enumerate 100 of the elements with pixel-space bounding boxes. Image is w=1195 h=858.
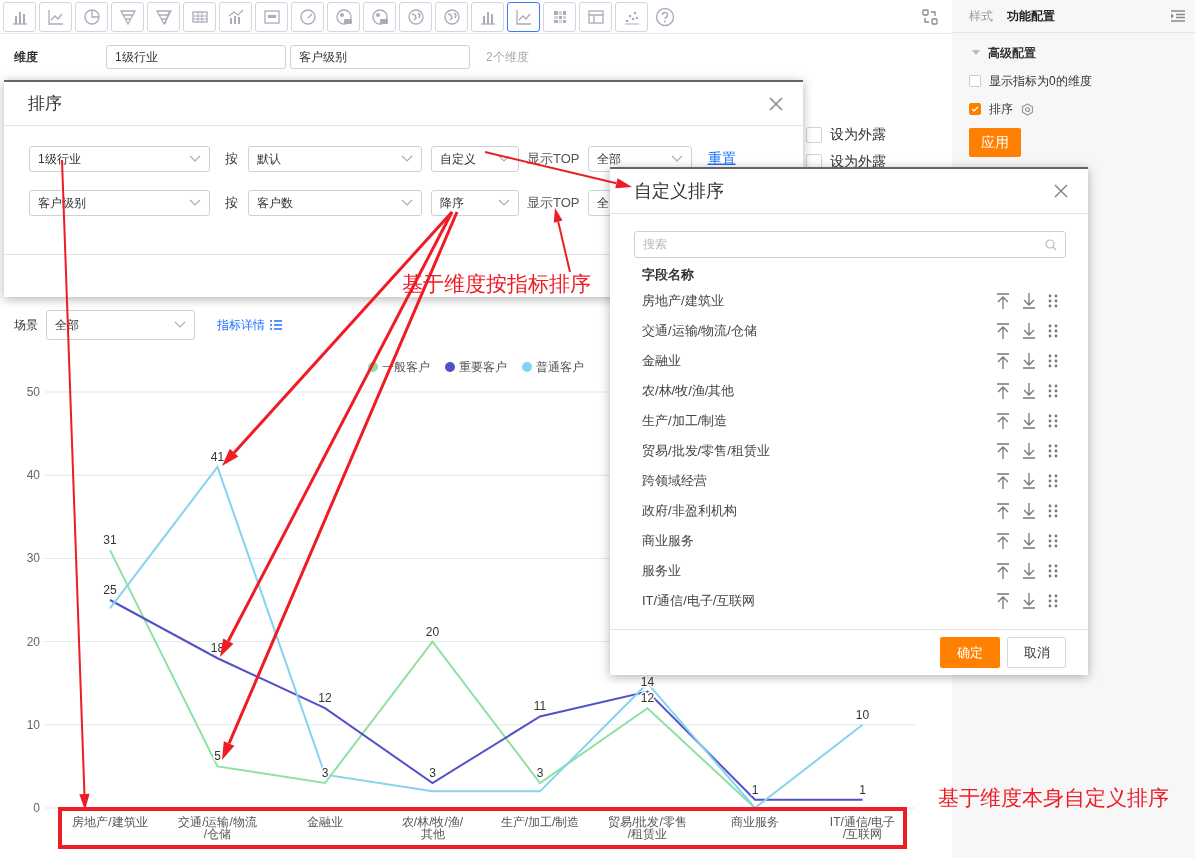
data-label: 12 <box>640 691 655 706</box>
settings-icon[interactable] <box>1021 102 1034 116</box>
globe-icon <box>370 7 389 26</box>
drag-handle-icon[interactable] <box>1048 504 1058 518</box>
move-to-top-icon[interactable] <box>996 413 1010 429</box>
data-label: 12 <box>318 691 332 706</box>
axis-tick-label: 40 <box>26 468 40 483</box>
search-icon <box>1045 238 1057 251</box>
drag-handle-icon[interactable] <box>1048 324 1058 338</box>
dimension-field[interactable]: 1级行业 <box>106 45 286 69</box>
drag-handle-icon[interactable] <box>1048 444 1058 458</box>
move-down-icon[interactable] <box>1022 323 1036 339</box>
axis-label: 金融业 <box>307 815 343 829</box>
move-to-top-icon[interactable] <box>996 383 1010 399</box>
drag-handle-icon[interactable] <box>1048 534 1058 548</box>
cancel-button[interactable]: 取消 <box>1007 637 1066 668</box>
section-title: 高级配置 <box>988 44 1036 62</box>
move-to-top-icon[interactable] <box>996 443 1010 459</box>
drag-handle-icon[interactable] <box>1048 564 1058 578</box>
drag-handle-icon[interactable] <box>1048 294 1058 308</box>
chevron-down-icon <box>189 155 201 163</box>
data-label: 3 <box>429 766 436 781</box>
close-icon[interactable] <box>769 96 783 111</box>
checkbox-label: 设为外露 <box>830 126 886 144</box>
column-header: 字段名称 <box>641 266 695 284</box>
move-down-icon[interactable] <box>1022 503 1036 519</box>
drag-handle-icon[interactable] <box>1048 414 1058 428</box>
list-icon <box>270 320 282 330</box>
move-to-top-icon[interactable] <box>996 473 1010 489</box>
dimension-label: 维度 <box>14 48 39 66</box>
dimension-count: 2个维度 <box>486 48 529 66</box>
field-name: 贸易/批发/零售/租赁业 <box>642 442 771 460</box>
axis-tick-label: 20 <box>26 634 40 649</box>
axis-label: 交通/运输/物流/仓储 <box>178 815 257 841</box>
funnel-icon <box>154 7 173 26</box>
checkbox[interactable] <box>806 127 822 143</box>
metric-select[interactable]: 默认 <box>248 146 422 172</box>
drag-handle-icon[interactable] <box>1048 354 1058 368</box>
annotation-text: 基于维度本身自定义排序 <box>938 785 1169 811</box>
field-name: 金融业 <box>642 352 682 370</box>
chevron-down-icon <box>401 155 413 163</box>
move-down-icon[interactable] <box>1022 383 1036 399</box>
data-label: 5 <box>214 749 221 764</box>
check-icon <box>971 106 979 112</box>
checkbox[interactable] <box>969 103 981 115</box>
move-to-top-icon[interactable] <box>996 353 1010 369</box>
move-down-icon[interactable] <box>1022 593 1036 609</box>
axis-tick-label: 10 <box>26 717 40 732</box>
axis-label: 生产/加工/制造 <box>500 815 580 829</box>
globe-icon <box>334 7 353 26</box>
indent-icon[interactable] <box>1171 10 1185 22</box>
dialog-title: 自定义排序 <box>634 180 724 203</box>
dimension-select[interactable]: 1级行业 <box>29 146 210 172</box>
field-name: 商业服务 <box>642 532 695 550</box>
chevron-down-icon <box>498 199 510 207</box>
chart-type-button[interactable] <box>507 1 540 32</box>
axis-label: 贸易/批发/零售/租赁业 <box>608 815 687 841</box>
metric-select[interactable]: 客户数 <box>248 190 422 216</box>
top-label: 显示TOP <box>527 194 580 212</box>
metric-details-link[interactable]: 指标详情 <box>217 316 282 334</box>
scene-label: 场景 <box>14 316 38 334</box>
drag-handle-icon[interactable] <box>1048 474 1058 488</box>
checkbox-label: 排序 <box>989 100 1013 118</box>
globe-icon <box>406 7 425 26</box>
dimension-field[interactable]: 客户级别 <box>290 45 470 69</box>
move-to-top-icon[interactable] <box>996 293 1010 309</box>
close-icon[interactable] <box>1054 184 1068 198</box>
move-down-icon[interactable] <box>1022 293 1036 309</box>
move-to-top-icon[interactable] <box>996 533 1010 549</box>
card-icon <box>262 7 281 26</box>
move-down-icon[interactable] <box>1022 413 1036 429</box>
data-label: 1 <box>859 782 866 797</box>
line-chart-icon <box>46 7 65 26</box>
funnel-icon <box>118 7 137 26</box>
move-down-icon[interactable] <box>1022 443 1036 459</box>
checkbox-label: 显示指标为0的维度 <box>989 72 1092 90</box>
order-select[interactable]: 降序 <box>431 190 519 216</box>
move-to-top-icon[interactable] <box>996 593 1010 609</box>
move-to-top-icon[interactable] <box>996 563 1010 579</box>
panel-tab[interactable]: 功能配置 <box>1007 7 1055 25</box>
move-to-top-icon[interactable] <box>996 503 1010 519</box>
swap-icon[interactable] <box>922 8 938 25</box>
checkbox[interactable] <box>969 75 981 87</box>
drag-handle-icon[interactable] <box>1048 594 1058 608</box>
move-down-icon[interactable] <box>1022 473 1036 489</box>
globe-icon <box>442 7 461 26</box>
drag-handle-icon[interactable] <box>1048 384 1058 398</box>
reset-link[interactable]: 重置 <box>707 150 736 168</box>
move-down-icon[interactable] <box>1022 353 1036 369</box>
data-label: 3 <box>321 766 329 781</box>
order-select[interactable]: 自定义 <box>431 146 519 172</box>
data-label: 3 <box>536 766 544 781</box>
data-label: 31 <box>103 533 117 548</box>
move-down-icon[interactable] <box>1022 563 1036 579</box>
chevron-down-icon <box>498 155 510 163</box>
field-name: 农/林/牧/渔/其他 <box>642 382 736 400</box>
field-name: 房地产/建筑业 <box>642 292 725 310</box>
move-to-top-icon[interactable] <box>996 323 1010 339</box>
move-down-icon[interactable] <box>1022 533 1036 549</box>
data-label: 20 <box>425 624 440 639</box>
